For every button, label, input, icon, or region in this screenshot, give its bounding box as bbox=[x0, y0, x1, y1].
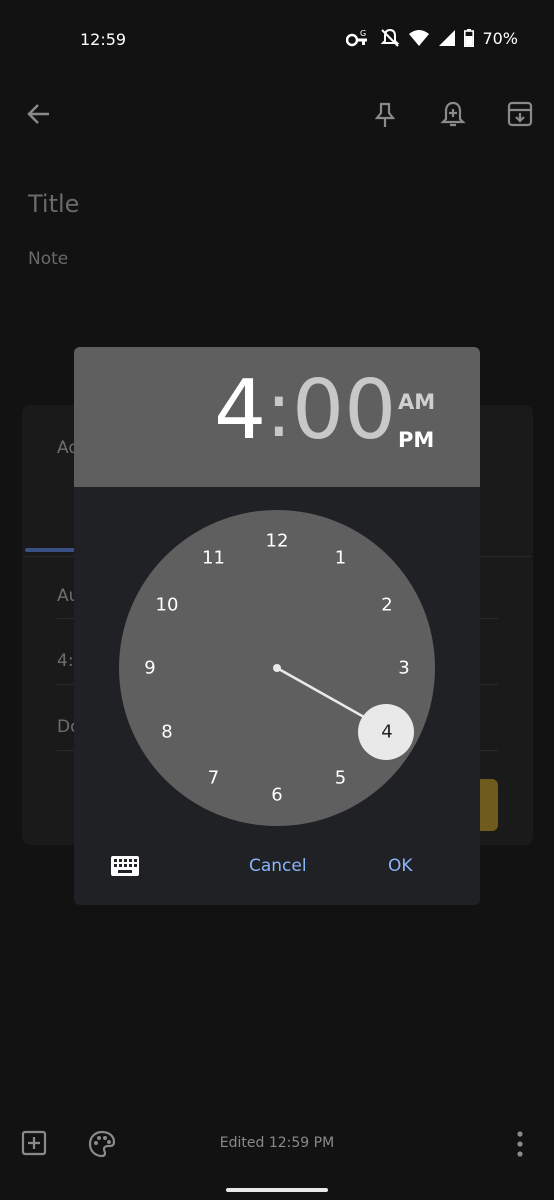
clock-number-2[interactable]: 2 bbox=[381, 594, 392, 615]
clock-number-12[interactable]: 12 bbox=[266, 531, 289, 552]
more-options-icon[interactable] bbox=[514, 1130, 526, 1158]
clock-number-1[interactable]: 1 bbox=[335, 548, 346, 569]
clock-number-8[interactable]: 8 bbox=[161, 721, 172, 742]
clock-number-10[interactable]: 10 bbox=[156, 594, 179, 615]
clock-number-9[interactable]: 9 bbox=[144, 658, 155, 679]
clock-number-4[interactable]: 4 bbox=[381, 721, 392, 742]
ok-button[interactable]: OK bbox=[388, 856, 413, 876]
clock-number-7[interactable]: 7 bbox=[208, 767, 219, 788]
home-indicator[interactable] bbox=[226, 1188, 328, 1192]
clock-number-3[interactable]: 3 bbox=[398, 658, 409, 679]
keyboard-icon[interactable] bbox=[110, 855, 140, 877]
clock-hand bbox=[273, 664, 365, 719]
clock-number-5[interactable]: 5 bbox=[335, 767, 346, 788]
edited-timestamp: Edited 12:59 PM bbox=[219, 1135, 335, 1151]
clock-number-11[interactable]: 11 bbox=[202, 548, 225, 569]
cancel-button[interactable]: Cancel bbox=[249, 856, 307, 876]
clock-number-6[interactable]: 6 bbox=[271, 785, 282, 806]
